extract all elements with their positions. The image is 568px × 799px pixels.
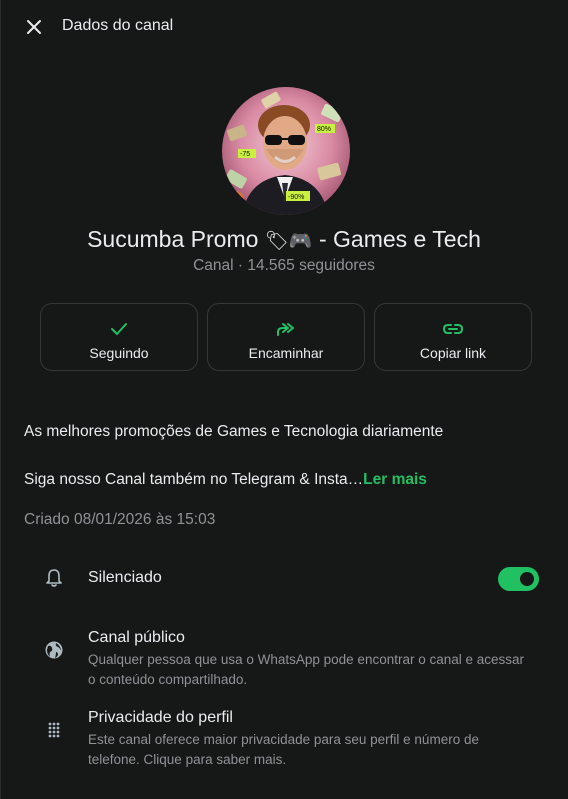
public-channel-title: Canal público — [88, 629, 185, 646]
forward-label: Encaminhar — [248, 345, 324, 361]
tag-gamepad-emoji: 🏷🎮 — [264, 230, 313, 252]
bell-icon — [43, 567, 65, 589]
mute-toggle[interactable] — [498, 567, 539, 591]
avatar-tag: 80% — [317, 126, 331, 133]
channel-description-line1: As melhores promoções de Games e Tecnolo… — [24, 423, 444, 440]
forward-icon — [277, 323, 294, 336]
channel-name-suffix: - Games e Tech — [312, 226, 481, 252]
panel-header: Dados do canal — [0, 0, 568, 55]
following-button[interactable]: Seguindo — [40, 303, 198, 371]
avatar-tag: -75 — [240, 151, 250, 158]
profile-privacy-title[interactable]: Privacidade do perfil — [88, 709, 233, 727]
forward-button[interactable]: Encaminhar — [207, 303, 365, 371]
read-more-link[interactable]: Ler mais — [363, 471, 427, 488]
check-icon — [111, 323, 127, 335]
avatar-tag: -90% — [288, 194, 304, 201]
channel-name: Sucumba Promo 🏷🎮 - Games e Tech — [0, 226, 568, 253]
created-date: Criado 08/01/2026 às 15:03 — [24, 511, 216, 528]
channel-subtitle: Canal · 14.565 seguidores — [193, 257, 375, 274]
header-title: Dados do canal — [62, 17, 174, 34]
channel-description-text: Siga nosso Canal também no Telegram & In… — [24, 471, 364, 488]
toggle-knob — [520, 572, 534, 586]
profile-privacy-text[interactable]: Este canal oferece maior privacidade par… — [88, 730, 528, 770]
channel-avatar[interactable]: -75 80% -90% — [222, 87, 350, 215]
avatar-image: -75 80% -90% — [222, 87, 350, 215]
dots-grid-icon — [43, 719, 65, 741]
channel-description-line2: Siga nosso Canal também no Telegram & In… — [24, 471, 427, 489]
panel-edge — [0, 0, 1, 799]
copy-link-label: Copiar link — [419, 345, 487, 361]
close-icon — [27, 20, 41, 34]
muted-label: Silenciado — [88, 569, 162, 586]
following-label: Seguindo — [89, 345, 149, 361]
close-button[interactable] — [22, 15, 46, 39]
link-icon — [442, 324, 464, 334]
copy-link-button[interactable]: Copiar link — [374, 303, 532, 371]
globe-icon — [43, 639, 65, 661]
channel-name-prefix: Sucumba Promo — [87, 226, 265, 252]
public-channel-text: Qualquer pessoa que usa o WhatsApp pode … — [88, 652, 525, 687]
